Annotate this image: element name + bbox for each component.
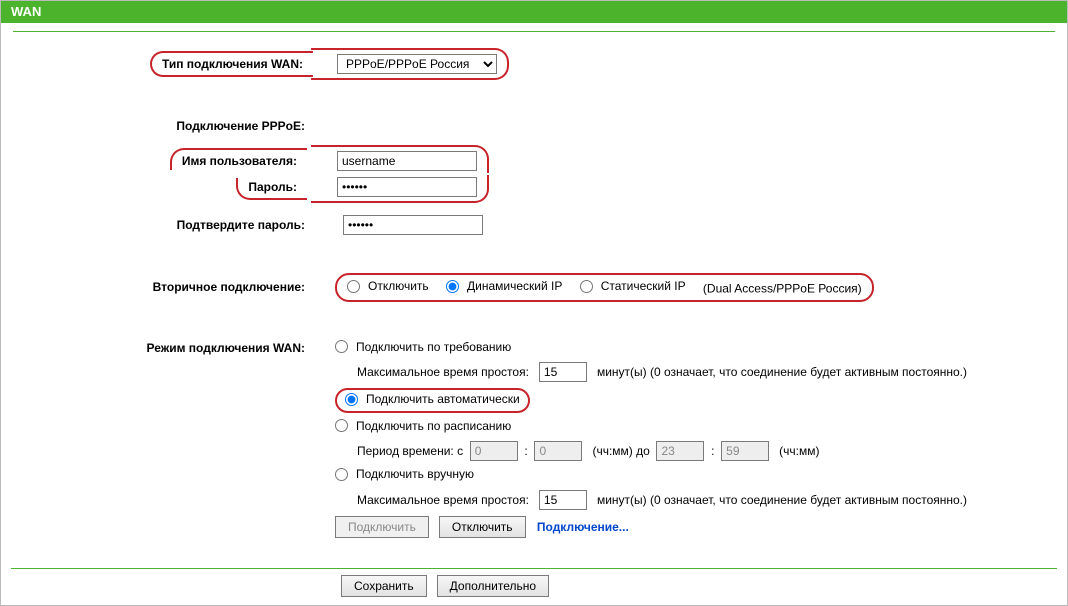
connect-buttons-row: Подключить Отключить Подключение... xyxy=(335,516,1053,538)
mode-auto-label: Подключить автоматически xyxy=(366,392,520,406)
mode-auto-option[interactable]: Подключить автоматически xyxy=(345,392,520,406)
radio-manual[interactable] xyxy=(335,468,348,481)
secondary-group: Отключить Динамический IP Статический IP… xyxy=(335,273,874,302)
wan-settings-window: WAN Тип подключения WAN: PPPoE/PPPoE Рос… xyxy=(0,0,1068,606)
mode-manual-option[interactable]: Подключить вручную xyxy=(335,467,474,481)
manual-idle-row: Максимальное время простоя: минут(ы) (0 … xyxy=(335,490,1053,510)
footer-buttons: Сохранить Дополнительно xyxy=(11,575,1057,597)
colon-1: : xyxy=(521,444,531,458)
colon-2: : xyxy=(708,444,718,458)
row-password: Пароль: xyxy=(15,175,1053,208)
mode-schedule: Подключить по расписанию Период времени:… xyxy=(335,419,1053,462)
divider-bottom xyxy=(11,568,1057,569)
label-password: Пароль: xyxy=(248,180,297,194)
manual-idle-input[interactable] xyxy=(539,490,587,510)
mode-manual: Подключить вручную Максимальное время пр… xyxy=(335,467,1053,510)
page-title-bar: WAN xyxy=(1,1,1067,23)
label-pppoe-section: Подключение PPPoE: xyxy=(176,119,305,133)
radio-secondary-static[interactable] xyxy=(580,280,593,293)
username-input[interactable] xyxy=(337,151,477,171)
radio-secondary-off[interactable] xyxy=(347,280,360,293)
connect-button[interactable]: Подключить xyxy=(335,516,429,538)
form-content: Тип подключения WAN: PPPoE/PPPoE Россия … xyxy=(1,23,1067,545)
mode-schedule-label: Подключить по расписанию xyxy=(356,419,511,433)
row-pppoe-heading: Подключение PPPoE: xyxy=(15,114,1053,138)
save-button[interactable]: Сохранить xyxy=(341,575,427,597)
mode-on-demand: Подключить по требованию Максимальное вр… xyxy=(335,340,1053,383)
row-password-confirm: Подтвердите пароль: xyxy=(15,210,1053,240)
connection-status: Подключение... xyxy=(537,520,629,534)
secondary-off-label: Отключить xyxy=(368,279,429,293)
on-demand-idle-suffix: минут(ы) (0 означает, что соединение буд… xyxy=(597,365,967,379)
schedule-to-m[interactable] xyxy=(721,441,769,461)
label-conn-mode: Режим подключения WAN: xyxy=(146,341,305,355)
row-secondary: Вторичное подключение: Отключить Динамич… xyxy=(15,268,1053,307)
row-conn-mode: Режим подключения WAN: Подключить по тре… xyxy=(15,335,1053,543)
schedule-to-h[interactable] xyxy=(656,441,704,461)
radio-secondary-dynamic[interactable] xyxy=(446,280,459,293)
mode-auto: Подключить автоматически xyxy=(335,388,1053,413)
label-password-confirm: Подтвердите пароль: xyxy=(177,218,305,232)
schedule-from-h[interactable] xyxy=(470,441,518,461)
radio-auto[interactable] xyxy=(345,393,358,406)
on-demand-idle-input[interactable] xyxy=(539,362,587,382)
mode-schedule-option[interactable]: Подключить по расписанию xyxy=(335,419,511,433)
wan-type-select[interactable]: PPPoE/PPPoE Россия xyxy=(337,54,497,74)
page-title: WAN xyxy=(11,4,41,19)
secondary-suffix: (Dual Access/PPPoE Россия) xyxy=(703,282,862,296)
radio-on-demand[interactable] xyxy=(335,340,348,353)
manual-idle-suffix: минут(ы) (0 означает, что соединение буд… xyxy=(597,493,967,507)
label-username: Имя пользователя: xyxy=(182,154,297,168)
secondary-static[interactable]: Статический IP xyxy=(580,279,686,293)
footer: Сохранить Дополнительно xyxy=(11,568,1057,597)
row-username: Имя пользователя: xyxy=(15,140,1053,173)
mode-manual-label: Подключить вручную xyxy=(356,467,474,481)
radio-schedule[interactable] xyxy=(335,419,348,432)
label-wan-type: Тип подключения WAN: xyxy=(162,57,303,71)
password-confirm-input[interactable] xyxy=(343,215,483,235)
advanced-button[interactable]: Дополнительно xyxy=(437,575,549,597)
mode-on-demand-option[interactable]: Подключить по требованию xyxy=(335,340,511,354)
settings-form: Тип подключения WAN: PPPoE/PPPoE Россия … xyxy=(13,32,1055,545)
on-demand-idle-label: Максимальное время простоя: xyxy=(357,365,529,379)
schedule-period-label: Период времени: с xyxy=(357,444,463,458)
on-demand-idle-row: Максимальное время простоя: минут(ы) (0 … xyxy=(335,362,1053,382)
manual-idle-label: Максимальное время простоя: xyxy=(357,493,529,507)
schedule-from-m[interactable] xyxy=(534,441,582,461)
secondary-stat-label: Статический IP xyxy=(601,279,686,293)
disconnect-button[interactable]: Отключить xyxy=(439,516,526,538)
label-secondary: Вторичное подключение: xyxy=(153,280,305,294)
secondary-dyn-label: Динамический IP xyxy=(467,279,562,293)
schedule-period-row: Период времени: с : (чч:мм) до : (чч:мм) xyxy=(335,441,1053,461)
mode-on-demand-label: Подключить по требованию xyxy=(356,340,511,354)
password-input[interactable] xyxy=(337,177,477,197)
mode-auto-highlight: Подключить автоматически xyxy=(335,388,530,413)
secondary-off[interactable]: Отключить xyxy=(347,279,429,293)
schedule-to-suffix: (чч:мм) xyxy=(779,444,819,458)
row-wan-type: Тип подключения WAN: PPPoE/PPPoE Россия xyxy=(15,48,1053,80)
schedule-to-label: (чч:мм) до xyxy=(592,444,649,458)
secondary-dynamic[interactable]: Динамический IP xyxy=(446,279,562,293)
